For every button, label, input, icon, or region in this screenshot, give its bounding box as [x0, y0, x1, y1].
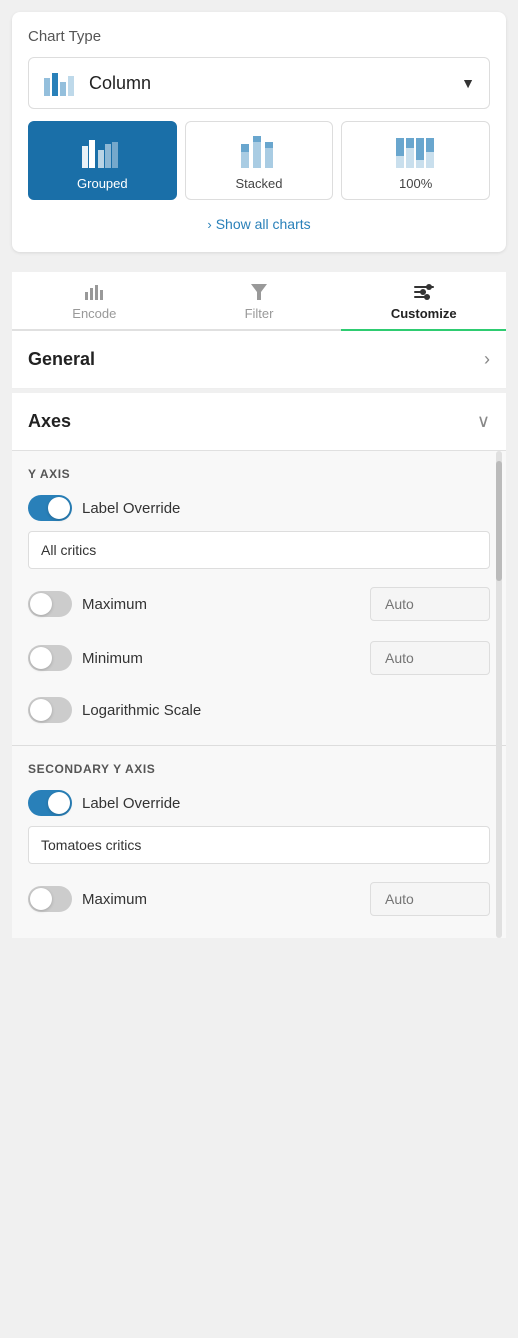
axes-panel: Y AXIS Label Override Maximum Minimum: [12, 451, 506, 938]
secondary-y-axis-title: SECONDARY Y AXIS: [12, 746, 506, 784]
chart-type-dropdown[interactable]: Column ▼: [28, 57, 490, 109]
tab-customize-label: Customize: [391, 306, 457, 321]
secondary-y-axis-maximum-row: Maximum: [12, 876, 506, 922]
chart-options-group: Grouped Stacked: [28, 121, 490, 200]
y-axis-log-scale-row: Logarithmic Scale: [12, 691, 506, 729]
y-axis-label-override-label: Label Override: [82, 500, 180, 517]
chart-type-label: Chart Type: [28, 28, 490, 45]
y-axis-minimum-toggle[interactable]: [28, 645, 72, 671]
encode-icon: [83, 282, 105, 302]
y-axis-minimum-input[interactable]: [370, 641, 490, 675]
secondary-y-axis-label-override-row: Label Override: [12, 784, 506, 822]
tab-filter[interactable]: Filter: [177, 272, 342, 329]
divider-1: [0, 264, 518, 272]
y-axis-maximum-label: Maximum: [82, 596, 147, 613]
stacked-chart-icon: [237, 134, 281, 170]
secondary-y-axis-maximum-toggle[interactable]: [28, 886, 72, 912]
chart-type-panel: Chart Type Column ▼: [12, 12, 506, 252]
secondary-y-axis-maximum-label: Maximum: [82, 891, 147, 908]
y-axis-maximum-input[interactable]: [370, 587, 490, 621]
secondary-y-axis-label-override-label: Label Override: [82, 795, 180, 812]
scrollbar-thumb[interactable]: [496, 461, 502, 581]
100pct-chart-icon: [394, 134, 438, 170]
chart-type-selected-label: Column: [89, 73, 151, 94]
y-axis-label-input[interactable]: [28, 531, 490, 569]
y-axis-title: Y AXIS: [12, 451, 506, 489]
secondary-y-axis-label-input[interactable]: [28, 826, 490, 864]
chart-option-grouped[interactable]: Grouped: [28, 121, 177, 200]
grouped-chart-icon: [80, 134, 124, 170]
tab-encode[interactable]: Encode: [12, 272, 177, 329]
general-chevron-right-icon: ›: [484, 349, 490, 370]
100pct-label: 100%: [399, 176, 432, 191]
general-label: General: [28, 349, 95, 370]
axes-section-header[interactable]: Axes ∨: [12, 393, 506, 451]
chart-option-100pct[interactable]: 100%: [341, 121, 490, 200]
axes-chevron-down-icon: ∨: [477, 411, 490, 432]
tab-encode-label: Encode: [72, 306, 116, 321]
grouped-label: Grouped: [77, 176, 128, 191]
y-axis-label-override-toggle[interactable]: [28, 495, 72, 521]
y-axis-maximum-row: Maximum: [12, 581, 506, 627]
dropdown-arrow-icon: ▼: [461, 75, 475, 91]
tab-customize[interactable]: Customize: [341, 272, 506, 329]
y-axis-minimum-label: Minimum: [82, 650, 143, 667]
y-axis-label-override-row: Label Override: [12, 489, 506, 527]
chart-option-stacked[interactable]: Stacked: [185, 121, 334, 200]
secondary-y-axis-maximum-input[interactable]: [370, 882, 490, 916]
scrollbar-track[interactable]: [496, 451, 502, 938]
show-all-charts-link[interactable]: › Show all charts: [28, 212, 490, 236]
filter-icon: [250, 282, 268, 302]
stacked-label: Stacked: [236, 176, 283, 191]
y-axis-log-scale-toggle[interactable]: [28, 697, 72, 723]
column-chart-icon: [43, 68, 79, 98]
chevron-down-icon: ›: [207, 217, 211, 232]
customize-icon: [413, 282, 435, 302]
y-axis-log-scale-label: Logarithmic Scale: [82, 702, 201, 719]
axes-label: Axes: [28, 411, 71, 432]
y-axis-maximum-toggle[interactable]: [28, 591, 72, 617]
secondary-y-axis-label-override-toggle[interactable]: [28, 790, 72, 816]
y-axis-minimum-row: Minimum: [12, 635, 506, 681]
tab-filter-label: Filter: [245, 306, 274, 321]
show-all-label: Show all charts: [216, 216, 311, 232]
general-section[interactable]: General ›: [12, 331, 506, 389]
tab-bar: Encode Filter Customize: [12, 272, 506, 331]
